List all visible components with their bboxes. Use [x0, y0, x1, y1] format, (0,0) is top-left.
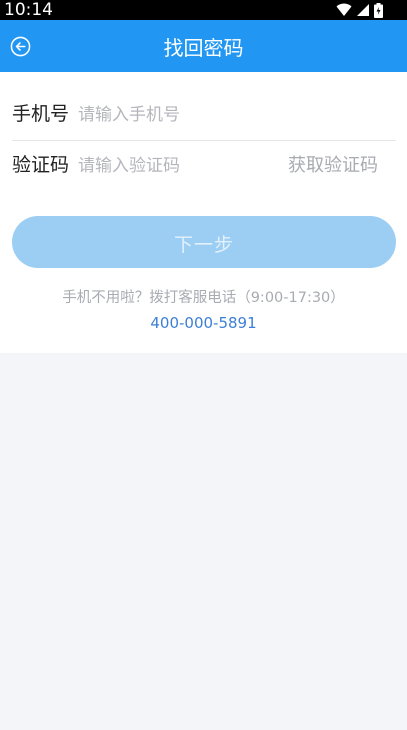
get-code-button[interactable]: 获取验证码 — [288, 154, 378, 178]
battery-icon — [374, 2, 383, 18]
phone-label: 手机号 — [12, 103, 70, 125]
phone-input[interactable] — [78, 102, 278, 128]
code-label: 验证码 — [12, 154, 70, 176]
next-button[interactable]: 下一步 — [12, 216, 396, 268]
page-title: 找回密码 — [163, 36, 244, 60]
app-bar: 找回密码 — [0, 20, 407, 72]
form-panel: 手机号 验证码 获取验证码 下一步 手机不用啦？拨打客服电话（9:00-17:3… — [0, 72, 407, 353]
wifi-icon — [336, 3, 352, 16]
status-bar: 10:14 — [0, 0, 407, 20]
help-hint: 手机不用啦？拨打客服电话（9:00-17:30） — [62, 290, 345, 306]
code-row: 验证码 获取验证码 — [12, 141, 396, 191]
signal-icon — [357, 4, 369, 16]
status-time: 10:14 — [4, 0, 53, 20]
code-input[interactable] — [78, 153, 278, 179]
hotline-link[interactable]: 400-000-5891 — [0, 313, 407, 333]
phone-row: 手机号 — [12, 90, 396, 140]
status-icons — [336, 2, 383, 18]
